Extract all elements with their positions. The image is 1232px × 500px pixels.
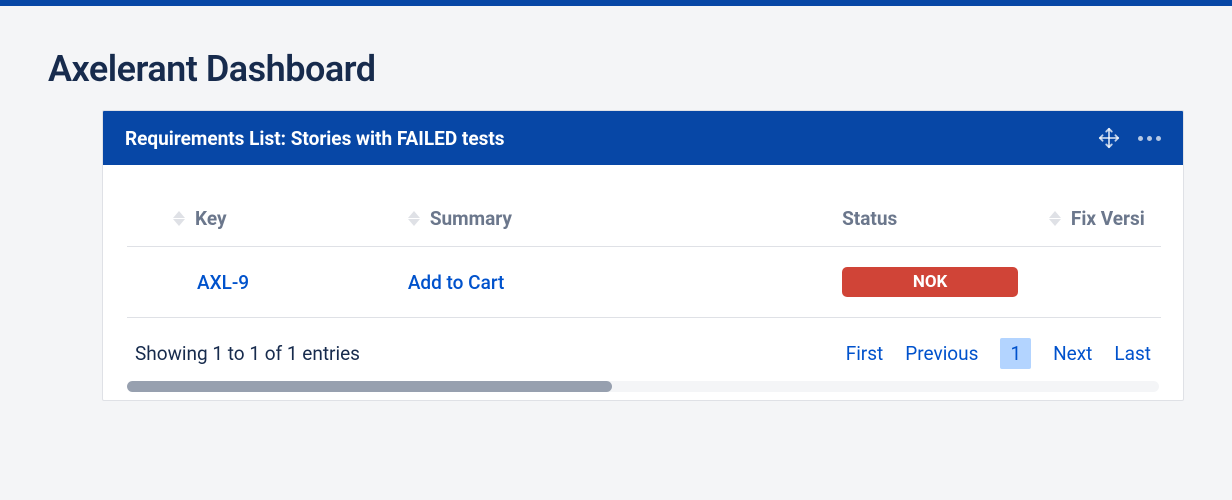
cell-status: NOK: [830, 247, 1037, 318]
issue-summary-link[interactable]: Add to Cart: [408, 271, 505, 294]
column-header-summary[interactable]: Summary: [396, 197, 830, 247]
sort-icon: [408, 211, 420, 226]
page-content: Axelerant Dashboard Requirements List: S…: [0, 6, 1232, 401]
pagination-last[interactable]: Last: [1114, 342, 1151, 365]
pagination-previous[interactable]: Previous: [905, 342, 978, 365]
horizontal-scrollbar-track[interactable]: [103, 381, 1183, 400]
more-menu-icon[interactable]: [1138, 136, 1161, 141]
requirements-gadget: Requirements List: Stories with FAILED t…: [102, 110, 1184, 401]
gadget-header: Requirements List: Stories with FAILED t…: [103, 111, 1183, 165]
table-row: AXL-9 Add to Cart NOK: [127, 247, 1161, 318]
pagination-current[interactable]: 1: [1000, 338, 1031, 369]
table-footer-info: Showing 1 to 1 of 1 entries: [135, 342, 360, 365]
table-header-row: Key Summary: [127, 197, 1161, 247]
sort-icon: [173, 211, 185, 226]
column-header-key[interactable]: Key: [127, 197, 396, 247]
pagination: First Previous 1 Next Last: [846, 338, 1151, 369]
column-label: Status: [842, 207, 897, 230]
column-label: Key: [195, 207, 227, 230]
page-title: Axelerant Dashboard: [48, 6, 1184, 110]
column-label: Fix Versi: [1071, 207, 1145, 230]
gadget-body: Key Summary: [103, 165, 1183, 381]
gadget-title: Requirements List: Stories with FAILED t…: [125, 127, 505, 150]
column-label: Summary: [430, 207, 512, 230]
issue-key-link[interactable]: AXL-9: [197, 271, 249, 294]
status-badge: NOK: [842, 267, 1018, 297]
gadget-actions: [1098, 127, 1161, 149]
cell-fix-version: [1037, 247, 1161, 318]
move-icon[interactable]: [1098, 127, 1120, 149]
pagination-first[interactable]: First: [846, 342, 884, 365]
table-footer: Showing 1 to 1 of 1 entries First Previo…: [127, 318, 1159, 377]
sort-icon: [1049, 211, 1061, 226]
column-header-status[interactable]: Status: [830, 197, 1037, 247]
cell-key: AXL-9: [127, 247, 396, 318]
horizontal-scrollbar-thumb[interactable]: [127, 381, 612, 392]
cell-summary: Add to Cart: [396, 247, 830, 318]
column-header-fix-version[interactable]: Fix Versi: [1037, 197, 1161, 247]
pagination-next[interactable]: Next: [1053, 342, 1092, 365]
requirements-table: Key Summary: [127, 197, 1161, 318]
